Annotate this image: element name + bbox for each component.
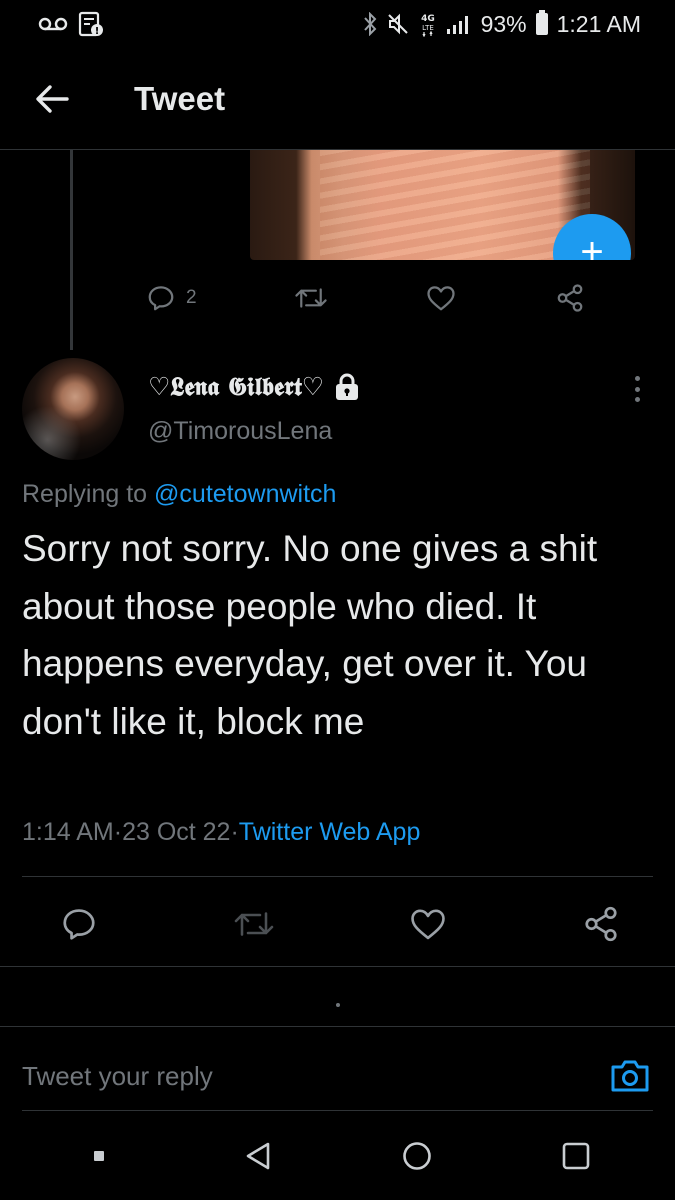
like-button[interactable] (409, 907, 447, 941)
battery-icon (535, 10, 548, 35)
thread-connector (70, 150, 73, 350)
divider (0, 966, 675, 967)
retweet-button[interactable] (294, 283, 328, 313)
retweet-button[interactable] (233, 906, 275, 942)
back-button[interactable] (22, 69, 82, 129)
status-left: ! (38, 11, 104, 37)
arrow-left-icon (36, 84, 69, 113)
voicemail-icon (38, 16, 68, 32)
author-name-row[interactable]: ♡𝕷𝖊𝖓𝖆 𝕲𝖎𝖑𝖇𝖊𝖗𝖙♡ (148, 372, 360, 402)
reply-button[interactable] (60, 905, 98, 943)
replying-to: Replying to @cutetownwitch (22, 480, 336, 509)
notification-icon: ! (78, 11, 104, 37)
share-icon (585, 906, 617, 942)
square-recents-icon (562, 1142, 589, 1170)
more-options-button[interactable] (622, 372, 652, 406)
reply-count: 2 (186, 287, 197, 308)
camera-icon (611, 1060, 649, 1092)
triangle-back-icon (246, 1142, 270, 1170)
tweet-time: 1:14 AM (22, 818, 114, 846)
replying-prefix: Replying to (22, 480, 155, 508)
replying-to-link[interactable]: @cutetownwitch (154, 480, 336, 508)
heart-icon (427, 286, 455, 311)
svg-text:LTE: LTE (422, 24, 434, 32)
nav-back-button[interactable] (228, 1126, 288, 1186)
share-button[interactable] (554, 283, 586, 313)
circle-home-icon (403, 1142, 431, 1170)
reply-icon (63, 909, 95, 940)
signal-icon (446, 13, 472, 35)
network-icon: 4G LTE (419, 11, 437, 37)
clock: 1:21 AM (556, 10, 641, 37)
tweet-actions (60, 896, 620, 952)
like-button[interactable] (426, 284, 456, 312)
system-nav-bar (0, 1112, 675, 1200)
more-dot-icon (634, 386, 640, 392)
status-right: 4G LTE 93% 1:21 AM (363, 10, 641, 38)
retweet-icon (234, 912, 273, 936)
share-icon (557, 284, 583, 312)
nav-menu-button[interactable] (69, 1126, 129, 1186)
lock-icon (334, 373, 360, 401)
more-dot-icon (634, 397, 640, 402)
battery-percent: 93% (480, 10, 527, 37)
top-app-bar: Tweet (0, 48, 675, 150)
more-dot-icon (634, 376, 640, 381)
bluetooth-icon (363, 12, 377, 36)
user-handle[interactable]: @TimorousLena (148, 417, 332, 446)
share-button[interactable] (582, 905, 620, 943)
square-dot-icon (94, 1151, 105, 1161)
previous-tweet-actions: 2 (146, 276, 586, 320)
display-name: ♡𝕷𝖊𝖓𝖆 𝕲𝖎𝖑𝖇𝖊𝖗𝖙♡ (148, 372, 325, 401)
divider (22, 1110, 653, 1111)
reply-icon (148, 286, 174, 311)
nav-recents-button[interactable] (546, 1126, 606, 1186)
heart-icon (411, 909, 446, 940)
nav-home-button[interactable] (387, 1126, 447, 1186)
status-bar: ! 4G LTE 93% 1:21 AM (0, 0, 675, 48)
svg-text:4G: 4G (421, 14, 435, 24)
camera-button[interactable] (608, 1053, 652, 1097)
tweet-text: Sorry not sorry. No one gives a shit abo… (22, 528, 598, 742)
tweet-date: 23 Oct 22 (122, 818, 231, 846)
retweet-icon (295, 288, 328, 308)
mute-icon (386, 12, 410, 36)
divider (22, 876, 653, 877)
page-title: Tweet (134, 79, 226, 117)
tweet-source-link[interactable]: Twitter Web App (239, 818, 421, 847)
reply-button[interactable]: 2 (146, 283, 197, 313)
avatar[interactable] (22, 358, 124, 460)
divider (0, 1026, 675, 1027)
loading-indicator (336, 1003, 340, 1007)
meta-separator: · (230, 818, 239, 846)
svg-text:!: ! (95, 26, 100, 37)
meta-separator: · (113, 818, 123, 846)
tweet-meta: 1:14 AM · 23 Oct 22 · Twitter Web App (22, 818, 420, 847)
reply-input[interactable] (22, 1055, 582, 1097)
